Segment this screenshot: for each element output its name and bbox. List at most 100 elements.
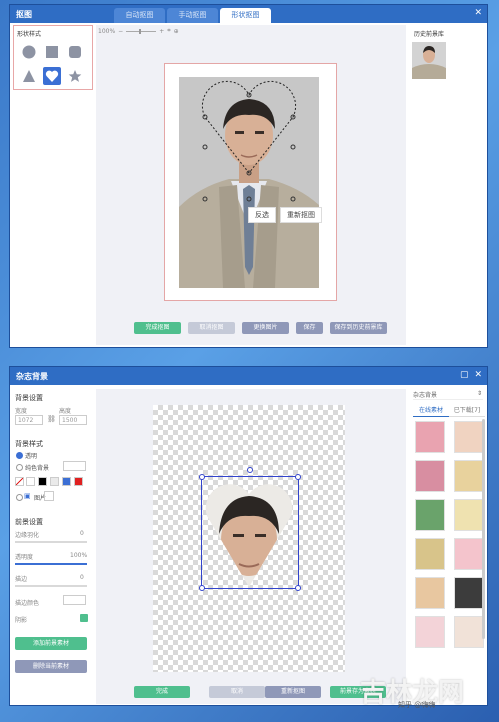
image-icon: ▣ (24, 492, 31, 500)
finish-button[interactable]: 完成 (134, 686, 190, 698)
heart-icon[interactable] (43, 67, 61, 85)
rotate-handle[interactable] (247, 467, 253, 473)
zoom-value: 100% (98, 27, 116, 35)
transparent-radio[interactable] (16, 452, 23, 459)
cutout-tabs: 自动抠图 手动抠图 形状抠图 (114, 8, 271, 23)
color-swatch-blue[interactable] (62, 477, 71, 486)
recut-button[interactable]: 重新抠图 (280, 207, 322, 223)
magnifier-icon[interactable]: ⊕ (174, 28, 179, 35)
material-dropdown[interactable]: 杂志背景 ⇕ (413, 390, 483, 400)
portrait-illustration (179, 77, 319, 288)
invert-selection-button[interactable]: 反选 (248, 207, 276, 223)
tab-shape-cutout[interactable]: 形状抠图 (220, 8, 271, 23)
height-input[interactable]: 1500 (59, 415, 87, 425)
close-icon[interactable]: ✕ (474, 370, 482, 380)
material-thumbnail[interactable] (415, 460, 445, 492)
material-grid (415, 421, 484, 648)
editing-canvas[interactable]: 100% − + ⌗ ⊕ 反选 重新抠图 完成抠图 取消抠图 更换图片 保存 保… (96, 25, 406, 345)
material-thumbnail[interactable] (454, 577, 484, 609)
solid-color-picker[interactable] (63, 461, 86, 471)
shape-panel-title: 形状样式 (17, 31, 42, 38)
triangle-icon[interactable] (20, 67, 38, 85)
chevron-down-icon: ⇕ (476, 390, 482, 397)
material-thumbnail[interactable] (454, 460, 484, 492)
history-panel: 历史前景库 (412, 25, 487, 345)
feather-slider[interactable] (15, 541, 87, 543)
color-swatch-black[interactable] (38, 477, 47, 486)
cancel-button[interactable]: 取消 (209, 686, 265, 698)
tab-downloaded[interactable]: 已下载[7] (449, 403, 485, 417)
stroke-color-label: 描边颜色 (15, 600, 40, 607)
delete-material-button[interactable]: 删除当前素材 (15, 660, 87, 673)
save-button[interactable]: 保存 (296, 322, 323, 334)
zoom-slider[interactable] (126, 28, 157, 34)
fg-settings-title: 前景设置 (15, 518, 43, 526)
opacity-slider-fill (15, 563, 87, 565)
action-buttons: 完成 取消 (134, 686, 265, 698)
history-title: 历史前景库 (414, 31, 445, 38)
rounded-square-icon[interactable] (66, 43, 84, 61)
transparent-label: 透明 (25, 453, 38, 460)
stroke-value: 0 (80, 574, 84, 581)
maximize-icon[interactable]: ▢ (460, 370, 469, 380)
replace-image-button[interactable]: 更换图片 (242, 322, 289, 334)
save-to-history-button[interactable]: 保存到历史前景库 (330, 322, 387, 334)
resize-handle[interactable] (199, 585, 205, 591)
shadow-label: 阴影 (15, 617, 28, 624)
selection-box[interactable] (201, 476, 299, 589)
star-icon[interactable] (66, 67, 84, 85)
solid-color-radio[interactable] (16, 464, 23, 471)
material-thumbnail[interactable] (415, 577, 445, 609)
material-dropdown-label: 杂志背景 (413, 392, 438, 399)
color-swatch-light-grey[interactable] (50, 477, 59, 486)
stroke-color-picker[interactable] (63, 595, 86, 605)
no-color-swatch[interactable] (15, 477, 24, 486)
feather-value: 0 (80, 530, 84, 537)
opacity-slider[interactable] (15, 563, 87, 565)
material-thumbnail[interactable] (415, 538, 445, 570)
history-thumbnail[interactable] (412, 42, 446, 79)
material-thumbnail[interactable] (454, 616, 484, 648)
color-swatch-red[interactable] (74, 477, 83, 486)
stroke-label: 描边 (15, 576, 28, 583)
image-radio[interactable] (16, 494, 23, 501)
titlebar: 杂志背景 ▢ ✕ (10, 367, 487, 385)
solid-color-label: 纯色背景 (25, 465, 50, 472)
height-label: 高度 (59, 408, 72, 415)
tab-auto-cutout[interactable]: 自动抠图 (114, 8, 165, 23)
window-controls: ▢ ✕ (460, 370, 482, 380)
material-thumbnail[interactable] (454, 538, 484, 570)
square-icon[interactable] (43, 43, 61, 61)
finish-cutout-button[interactable]: 完成抠图 (134, 322, 181, 334)
width-label: 宽度 (15, 408, 28, 415)
crop-icon[interactable]: ⌗ (167, 27, 170, 35)
resize-handle[interactable] (199, 474, 205, 480)
preview-canvas[interactable]: 完成 取消 重新抠图 前景存为素材 (96, 389, 406, 704)
cancel-cutout-button[interactable]: 取消抠图 (188, 322, 235, 334)
tab-manual-cutout[interactable]: 手动抠图 (167, 8, 218, 23)
add-foreground-button[interactable]: 添加前景素材 (15, 637, 87, 650)
resize-handle[interactable] (295, 585, 301, 591)
material-thumbnail[interactable] (415, 421, 445, 453)
material-thumbnail[interactable] (454, 499, 484, 531)
stroke-slider[interactable] (15, 585, 87, 587)
image-picker[interactable] (44, 491, 54, 501)
link-icon[interactable]: ⛓ (47, 415, 56, 423)
recut-button[interactable]: 重新抠图 (265, 686, 321, 698)
circle-icon[interactable] (20, 43, 38, 61)
shadow-toggle[interactable] (80, 614, 88, 622)
tab-online-materials[interactable]: 在线素材 (413, 403, 449, 417)
zoom-control: 100% − + ⌗ ⊕ (98, 27, 179, 35)
window-controls: ✕ (474, 8, 482, 18)
close-icon[interactable]: ✕ (474, 8, 482, 18)
zoom-out-icon[interactable]: − (118, 28, 123, 35)
portrait-photo (179, 77, 319, 288)
material-thumbnail[interactable] (415, 499, 445, 531)
width-input[interactable]: 1072 (15, 415, 43, 425)
zoom-in-icon[interactable]: + (159, 28, 164, 35)
resize-handle[interactable] (295, 474, 301, 480)
scrollbar[interactable] (482, 419, 485, 639)
material-thumbnail[interactable] (454, 421, 484, 453)
color-swatch-white[interactable] (26, 477, 35, 486)
material-thumbnail[interactable] (415, 616, 445, 648)
